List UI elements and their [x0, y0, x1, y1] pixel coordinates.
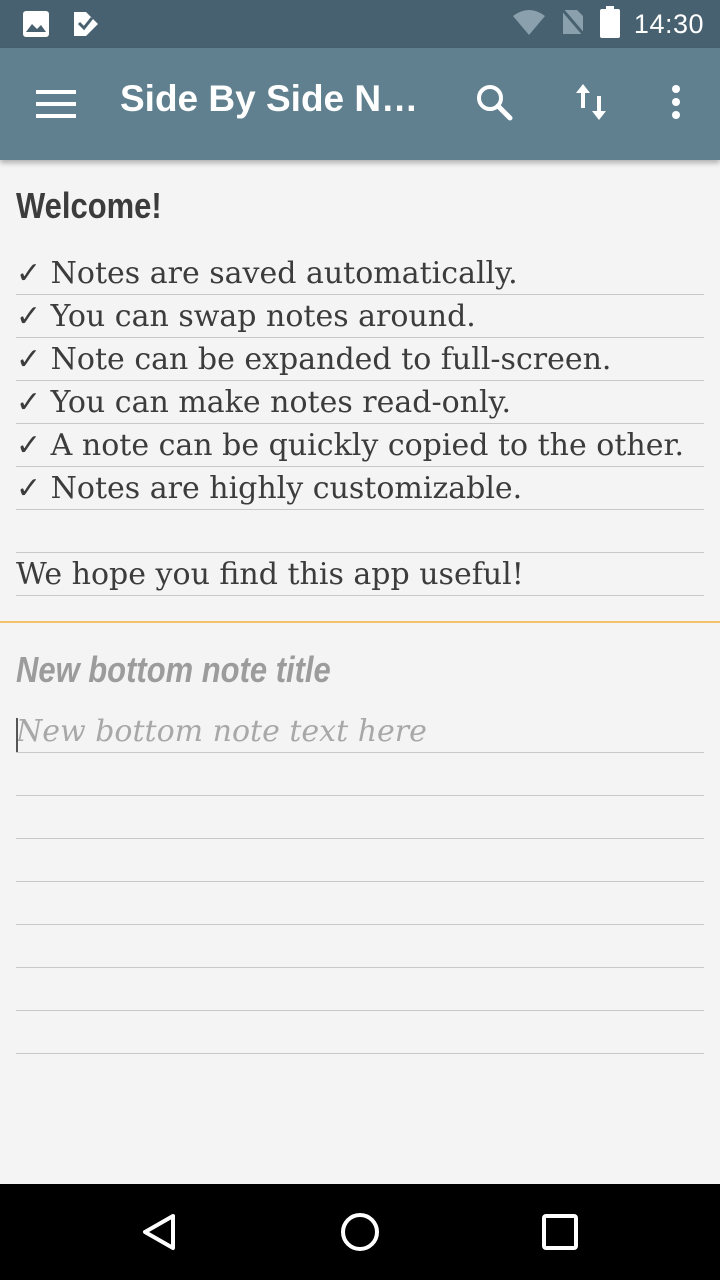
navigation-bar: [0, 1184, 720, 1280]
home-icon: [339, 1211, 381, 1257]
recents-button[interactable]: [528, 1202, 592, 1266]
top-note-line[interactable]: ✓ Note can be expanded to full-screen.: [16, 338, 704, 381]
home-button[interactable]: [328, 1202, 392, 1266]
note-ruled-line[interactable]: [16, 925, 704, 968]
top-note-line[interactable]: [16, 510, 704, 553]
note-ruled-line[interactable]: [16, 839, 704, 882]
note-ruled-line[interactable]: [16, 882, 704, 925]
no-sim-icon: [559, 7, 587, 41]
note-ruled-line[interactable]: [16, 1011, 704, 1054]
note-ruled-line[interactable]: [16, 796, 704, 839]
bottom-note-title-input[interactable]: New bottom note title: [16, 630, 608, 710]
top-note[interactable]: Welcome! ✓ Notes are saved automatically…: [16, 160, 704, 596]
swap-notes-button[interactable]: [563, 76, 619, 132]
top-note-line[interactable]: ✓ Notes are highly customizable.: [16, 467, 704, 510]
menu-button[interactable]: [24, 80, 88, 128]
bottom-note-text-placeholder: New bottom note text here: [16, 714, 427, 749]
battery-icon: [599, 6, 620, 42]
notes-divider[interactable]: [0, 621, 720, 623]
wifi-icon: [512, 8, 546, 40]
clock: 14:30: [633, 8, 704, 39]
text-cursor: [16, 718, 18, 752]
top-note-line[interactable]: ✓ You can make notes read-only.: [16, 381, 704, 424]
recents-icon: [541, 1213, 579, 1255]
image-icon: [22, 10, 50, 42]
top-note-line[interactable]: ✓ A note can be quickly copied to the ot…: [16, 424, 704, 467]
more-options-button[interactable]: [648, 76, 704, 132]
check-badge-icon: [72, 10, 100, 42]
swap-icon: [574, 82, 608, 126]
top-note-line[interactable]: ✓ You can swap notes around.: [16, 295, 704, 338]
top-note-title[interactable]: Welcome!: [16, 160, 608, 252]
status-bar: 14:30: [0, 0, 720, 48]
app-title: Side By Side Notes: [120, 78, 440, 119]
search-icon: [474, 82, 514, 126]
back-icon: [140, 1212, 180, 1256]
bottom-note-text-input[interactable]: New bottom note text here: [16, 710, 704, 753]
back-button[interactable]: [128, 1202, 192, 1266]
note-ruled-line[interactable]: [16, 753, 704, 796]
bottom-note[interactable]: New bottom note title New bottom note te…: [16, 630, 704, 1054]
more-vert-icon: [671, 84, 681, 124]
top-note-line[interactable]: We hope you find this app useful!: [16, 553, 704, 596]
note-ruled-line[interactable]: [16, 968, 704, 1011]
app-bar: Side By Side Notes: [0, 48, 720, 160]
search-button[interactable]: [466, 76, 522, 132]
top-note-line[interactable]: ✓ Notes are saved automatically.: [16, 252, 704, 295]
